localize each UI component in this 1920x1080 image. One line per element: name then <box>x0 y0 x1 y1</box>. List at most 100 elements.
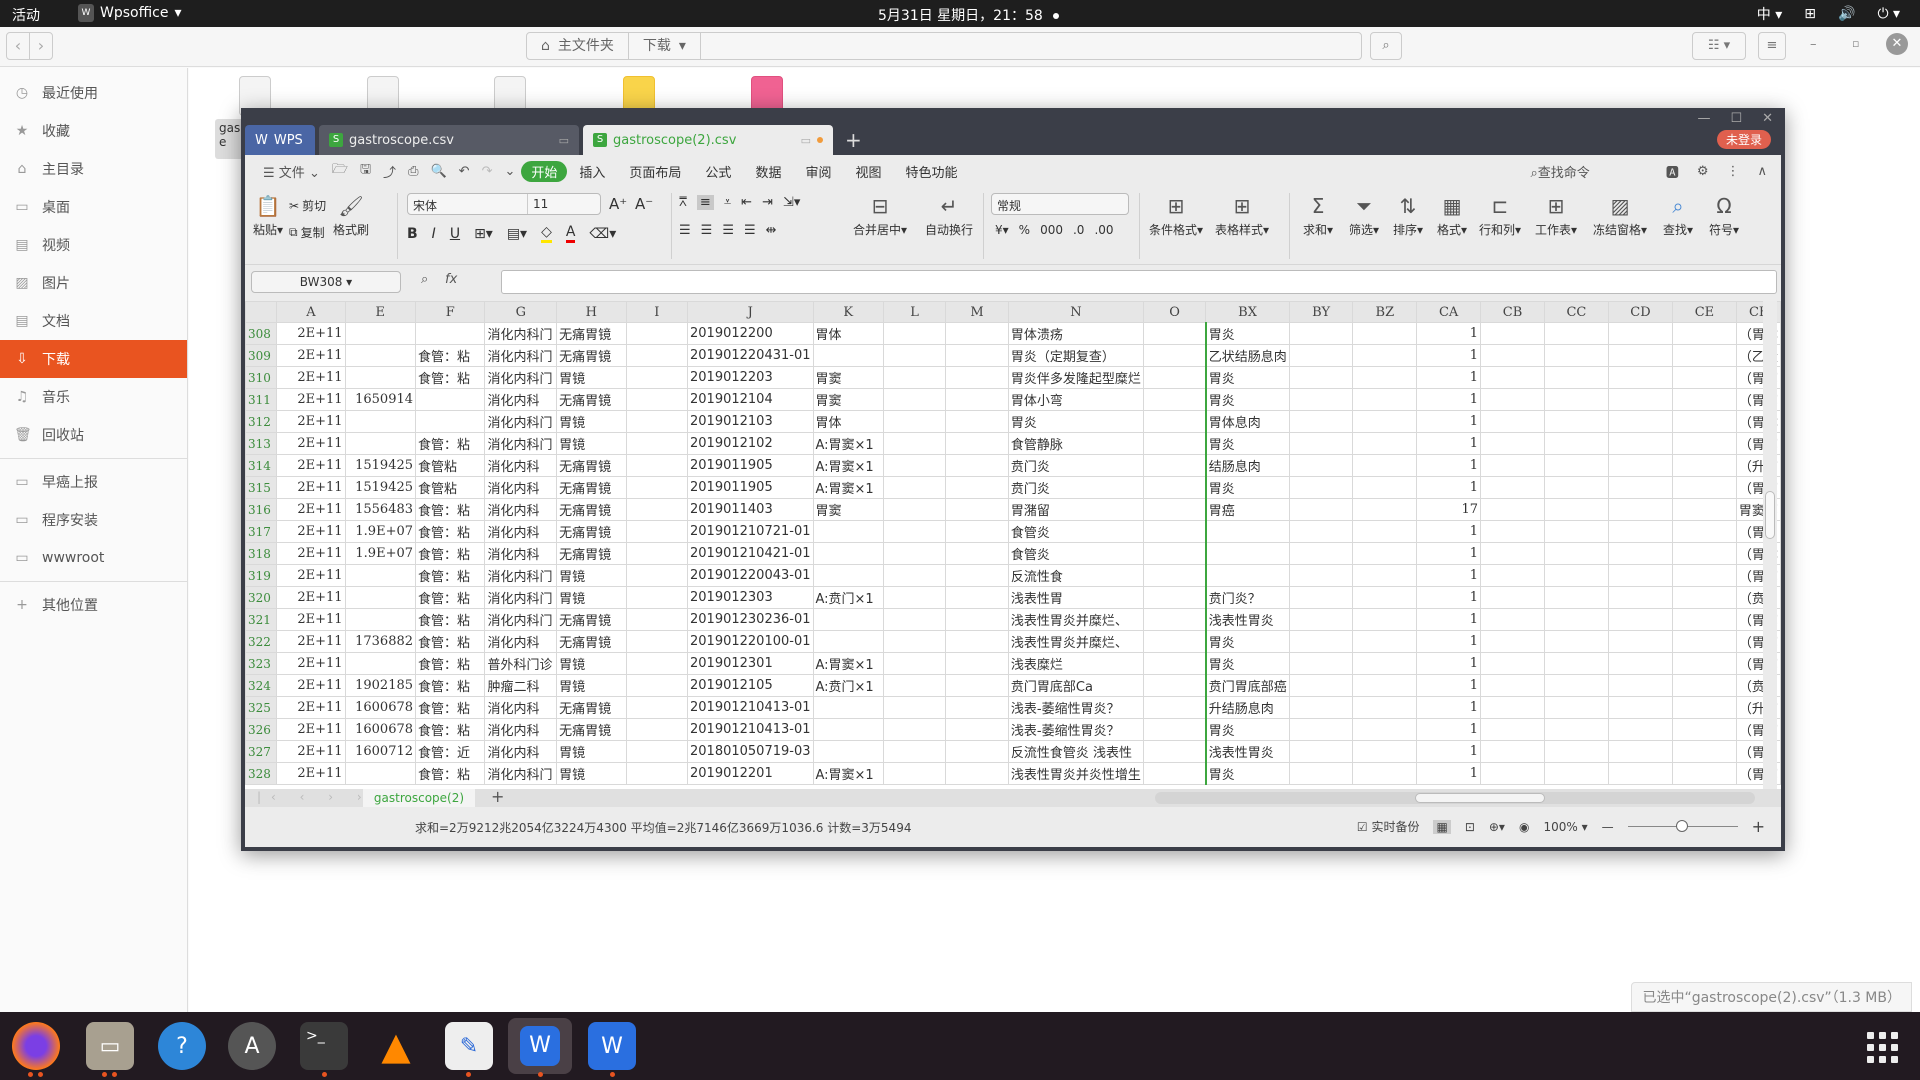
cell[interactable] <box>945 322 1009 345</box>
cell[interactable] <box>1607 520 1673 543</box>
cell[interactable] <box>625 432 689 455</box>
font-size-select[interactable]: 11 <box>528 194 553 214</box>
cell[interactable] <box>1480 432 1545 455</box>
font-selector[interactable]: 宋体 11 <box>407 193 601 215</box>
vertical-scroll-thumb[interactable] <box>1765 491 1775 539</box>
menu-tab-review[interactable]: 审阅 <box>793 162 843 181</box>
forward-button[interactable]: › <box>30 33 52 59</box>
cell[interactable] <box>1671 674 1737 697</box>
decrease-indent-icon[interactable]: ⇤ <box>741 195 752 210</box>
cell[interactable] <box>812 718 884 741</box>
cell[interactable] <box>625 542 689 565</box>
cell[interactable]: 消化内科 <box>484 696 558 719</box>
cell[interactable]: 2E+11 <box>276 586 346 609</box>
cell[interactable] <box>882 410 947 433</box>
backup-button[interactable]: ☑ 实时备份 <box>1357 818 1420 835</box>
cell[interactable] <box>1142 718 1207 741</box>
cell[interactable]: 消化内科 <box>484 718 558 741</box>
cell[interactable] <box>945 410 1009 433</box>
cell[interactable] <box>1543 652 1609 675</box>
cell[interactable] <box>1480 762 1545 785</box>
cell[interactable] <box>1288 432 1354 455</box>
cell[interactable] <box>1142 388 1207 411</box>
cell[interactable] <box>945 586 1009 609</box>
cell[interactable]: 胃镜 <box>556 432 627 455</box>
cell[interactable]: 食管：粘 <box>415 498 486 521</box>
sidebar-item[interactable]: 🗑 回收站 <box>0 416 187 454</box>
cell[interactable] <box>1671 586 1737 609</box>
cell[interactable] <box>1288 718 1354 741</box>
cell[interactable] <box>625 388 689 411</box>
cell[interactable] <box>1543 586 1609 609</box>
cell[interactable] <box>1288 652 1354 675</box>
power-icon[interactable]: ⏻ ▾ <box>1877 6 1900 22</box>
cell[interactable]: 胃窦 <box>812 498 884 521</box>
cell[interactable]: 浅表-萎缩性胃炎？ <box>1007 696 1144 719</box>
cell[interactable]: 1519425 <box>344 476 417 499</box>
tab-gastroscope-csv[interactable]: Sgastroscope.csv ▭ <box>319 125 579 155</box>
cell[interactable] <box>1352 344 1418 367</box>
cell[interactable]: 消化内科门 <box>484 322 558 345</box>
cell[interactable]: 胃炎 <box>1204 652 1290 675</box>
cell[interactable] <box>1352 542 1418 565</box>
cell[interactable]: 2E+11 <box>276 630 346 653</box>
number-format-select[interactable]: 常规 <box>991 193 1129 215</box>
cell[interactable]: 1736882 <box>344 630 417 653</box>
row-header[interactable]: 326 <box>245 718 278 741</box>
cell[interactable]: 消化内科门 <box>484 344 558 367</box>
zoom-slider[interactable] <box>1627 820 1738 832</box>
cell[interactable] <box>1288 498 1354 521</box>
column-header[interactable]: K <box>812 301 884 323</box>
gear-icon[interactable]: ⚙ <box>1697 164 1709 179</box>
cell[interactable] <box>1607 740 1673 763</box>
cell[interactable] <box>1352 498 1418 521</box>
cell[interactable] <box>1288 586 1354 609</box>
cell[interactable]: 1902185 <box>344 674 417 697</box>
cell[interactable] <box>625 630 689 653</box>
cell[interactable]: 1 <box>1416 476 1482 499</box>
cell[interactable]: 1556483 <box>344 498 417 521</box>
cell[interactable] <box>1607 608 1673 631</box>
cell[interactable] <box>1480 520 1545 543</box>
column-header[interactable]: H <box>556 301 627 323</box>
cell[interactable]: 胃体小弯 <box>1007 388 1144 411</box>
cell[interactable] <box>882 322 947 345</box>
cell[interactable] <box>1142 608 1207 631</box>
cell[interactable]: 食管：粘 <box>415 762 486 785</box>
cell[interactable] <box>625 674 689 697</box>
cell[interactable]: 浅表-萎缩性胃炎？ <box>1007 718 1144 741</box>
cell[interactable] <box>1543 388 1609 411</box>
cell[interactable]: 2E+11 <box>276 410 346 433</box>
cell[interactable] <box>1142 410 1207 433</box>
cell[interactable] <box>882 564 947 587</box>
cell[interactable] <box>882 608 947 631</box>
cell[interactable]: 1600712 <box>344 740 417 763</box>
row-header[interactable]: 325 <box>245 696 278 719</box>
more-icon[interactable]: ⋮ <box>1726 164 1739 179</box>
cell[interactable] <box>1671 542 1737 565</box>
rows-cols-button[interactable]: ⊏ 行和列▾ <box>1479 191 1521 238</box>
row-header[interactable]: 314 <box>245 454 278 477</box>
cell[interactable]: 1 <box>1416 564 1482 587</box>
cell[interactable]: 浅表性胃炎 <box>1204 740 1290 763</box>
cell[interactable] <box>1142 762 1207 785</box>
italic-icon[interactable]: I <box>432 226 436 242</box>
cell[interactable] <box>1480 498 1545 521</box>
cell[interactable]: 贲门炎 <box>1007 454 1144 477</box>
cell[interactable] <box>1543 740 1609 763</box>
search-button[interactable]: ⌕ <box>1370 32 1402 60</box>
cell[interactable]: 食管：粘 <box>415 432 486 455</box>
cell[interactable]: 消化内科 <box>484 542 558 565</box>
cell[interactable]: 反流性食 <box>1007 564 1144 587</box>
font-color-icon[interactable]: A <box>565 224 576 243</box>
software-center-icon[interactable]: A <box>228 1022 276 1070</box>
row-header[interactable]: 313 <box>245 432 278 455</box>
cell[interactable]: 2019012104 <box>687 388 814 411</box>
column-header[interactable]: E <box>344 301 417 323</box>
cell[interactable] <box>1352 674 1418 697</box>
cell[interactable]: 2E+11 <box>276 432 346 455</box>
cell[interactable] <box>1607 674 1673 697</box>
cell[interactable] <box>1288 410 1354 433</box>
cell[interactable]: 胃窦 <box>812 366 884 389</box>
eye-protect-icon[interactable]: ◉ <box>1519 820 1529 834</box>
